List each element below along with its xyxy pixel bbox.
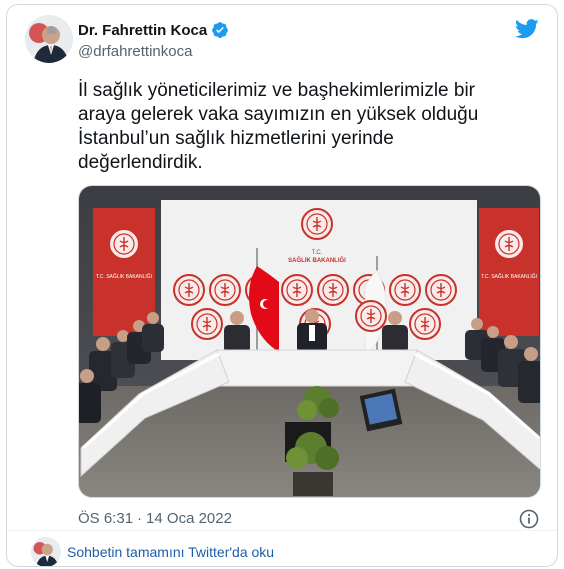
verified-badge-icon	[212, 22, 229, 38]
author-display-name[interactable]: Dr. Fahrettin Koca	[78, 22, 207, 39]
footer-author-avatar[interactable]	[31, 537, 61, 566]
backdrop-title-line1: T.C.	[312, 250, 323, 256]
left-banner-text: T.C. SAĞLIK BAKANLIĞI	[96, 273, 152, 280]
tweet-text: İl sağlık yöneticilerimiz ve başhekimler…	[78, 80, 479, 173]
tweet-timestamp[interactable]: ÖS 6:31 · 14 Oca 2022	[78, 510, 232, 527]
embedded-tweet-card: Dr. Fahrettin Koca @drfahrettinkoca İl s…	[6, 4, 558, 567]
right-banner: T.C. SAĞLIK BAKANLIĞI	[479, 208, 539, 336]
info-icon[interactable]	[519, 509, 539, 529]
author-avatar[interactable]	[25, 15, 73, 63]
center-screen	[359, 388, 403, 432]
read-conversation-link[interactable]: Sohbetin tamamını Twitter'da oku	[67, 544, 274, 560]
right-banner-text: T.C. SAĞLIK BAKANLIĞI	[481, 273, 537, 280]
twitter-bird-icon[interactable]	[515, 19, 539, 39]
author-name-row: Dr. Fahrettin Koca	[78, 21, 229, 39]
backdrop-title-line2: SAĞLIK BAKANLIĞI	[288, 256, 346, 264]
author-handle[interactable]: @drfahrettinkoca	[78, 43, 192, 60]
tweet-time[interactable]: ÖS 6:31	[78, 510, 133, 527]
left-banner: T.C. SAĞLIK BAKANLIĞI	[93, 208, 155, 336]
tweet-photo[interactable]: T.C. SAĞLIK BAKANLIĞI T.C. SAĞLIK BAKANL…	[78, 185, 541, 498]
timestamp-separator: ·	[137, 510, 143, 527]
read-conversation-footer: Sohbetin tamamını Twitter'da oku	[7, 530, 557, 566]
tweet-date[interactable]: 14 Oca 2022	[146, 510, 232, 527]
